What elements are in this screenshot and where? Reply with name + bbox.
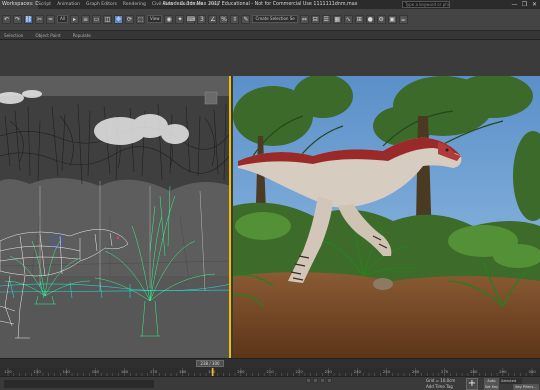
key-filters-button[interactable]: Key Filters...	[513, 384, 539, 390]
timeline-bar: 238 / 300	[0, 358, 540, 368]
ruler-ticks	[7, 368, 533, 376]
rotate-icon[interactable]: ⟳	[124, 14, 134, 24]
rendered-frame-icon[interactable]: ▣	[387, 14, 397, 24]
spinner-snap-icon[interactable]: ⇳	[230, 14, 240, 24]
title-bar: Workspaces: Default Script Animation Gra…	[0, 0, 540, 9]
time-slider[interactable]: 238 / 300	[196, 360, 224, 367]
add-key-icon[interactable]: +	[466, 378, 478, 390]
material-editor-icon[interactable]: ●	[365, 14, 375, 24]
unlink-icon[interactable]: ✂	[35, 14, 44, 24]
tab-populate[interactable]: Populate	[73, 33, 91, 38]
select-manipulate-icon[interactable]: ✦	[175, 14, 185, 24]
select-by-name-icon[interactable]: ≡	[80, 14, 90, 24]
named-selection-dropdown[interactable]: Create Selection Se	[252, 15, 298, 23]
viewport-shaded[interactable]	[233, 76, 540, 358]
tab-object-paint[interactable]: Object Paint	[35, 33, 60, 38]
layer-explorer-icon[interactable]: ☰	[321, 14, 331, 24]
absolute-mode-icon[interactable]	[327, 378, 332, 383]
align-icon[interactable]: ⊟	[310, 14, 320, 24]
app-title: Autodesk 3ds Max 2017 Educational - Not …	[162, 2, 358, 7]
ribbon-strip: Selection Object Paint Populate	[0, 31, 540, 40]
link-icon[interactable]: ⛓	[24, 14, 33, 24]
maxscript-listener[interactable]	[4, 380, 154, 388]
isolate-icon[interactable]	[313, 378, 318, 383]
selection-lock-icon[interactable]	[320, 378, 325, 383]
window-crossing-icon[interactable]: ◫	[102, 14, 112, 24]
angle-snap-icon[interactable]: ∠	[208, 14, 218, 24]
menu-item[interactable]: Script	[38, 2, 51, 7]
tab-selection[interactable]: Selection	[4, 33, 23, 38]
mirror-icon[interactable]: ⇔	[299, 14, 309, 24]
schematic-view-icon[interactable]: ⊞	[354, 14, 364, 24]
keyboard-shortcut-icon[interactable]: ⌨	[186, 14, 196, 24]
maximize-button[interactable]: ❐	[521, 1, 528, 8]
timeline-ruler[interactable]: 1201301401501601701801902002102202302402…	[0, 368, 540, 376]
selection-filter-dropdown[interactable]: All	[57, 15, 68, 23]
bind-icon[interactable]: ≈	[46, 14, 55, 24]
redo-icon[interactable]: ↷	[13, 14, 22, 24]
minimize-button[interactable]: —	[511, 1, 518, 8]
window-controls: — ❐ ✕	[511, 1, 538, 8]
set-key-button[interactable]: Set Key	[484, 384, 499, 390]
render-icon[interactable]: ☕	[398, 14, 408, 24]
move-icon[interactable]: ✥	[113, 14, 123, 24]
snap-toggle-icon[interactable]: 3	[197, 14, 207, 24]
status-bar: Grid = 10,0cm Add Time Tag + Auto Key Se…	[0, 376, 540, 390]
select-object-icon[interactable]: ▸	[69, 14, 79, 24]
render-setup-icon[interactable]: ⚙	[376, 14, 386, 24]
undo-icon[interactable]: ↶	[2, 14, 11, 24]
shaded-scene	[233, 76, 540, 358]
curve-editor-icon[interactable]: ∿	[343, 14, 353, 24]
lock-icon[interactable]	[306, 378, 311, 383]
percent-snap-icon[interactable]: %	[219, 14, 229, 24]
viewport-wireframe[interactable]	[0, 76, 231, 358]
search-input[interactable]: Type a keyword or phrase	[402, 1, 450, 8]
menu-item[interactable]: Graph Editors	[86, 2, 117, 7]
edit-named-selection-icon[interactable]: ✎	[241, 14, 251, 24]
main-toolbar: ↶ ↷ ⛓ ✂ ≈ All ▸ ≡ ▭ ◫ ✥ ⟳ ⬚ View ◉ ✦ ⌨ 3…	[0, 9, 540, 31]
close-button[interactable]: ✕	[531, 1, 538, 8]
scene-explorer-icon[interactable]: ▦	[332, 14, 342, 24]
status-tools	[306, 378, 332, 383]
menu-item[interactable]: Animation	[57, 2, 80, 7]
rect-selection-icon[interactable]: ▭	[91, 14, 101, 24]
grid-size: Grid = 10,0cm	[426, 378, 456, 383]
wireframe-scene	[0, 76, 229, 358]
scale-icon[interactable]: ⬚	[135, 14, 145, 24]
ribbon-panel	[0, 40, 540, 76]
pivot-icon[interactable]: ◉	[164, 14, 174, 24]
add-time-tag[interactable]: Add Time Tag	[426, 384, 453, 389]
reference-coord-dropdown[interactable]: View	[146, 15, 163, 23]
workspace-selector[interactable]: Workspaces: Default	[0, 0, 38, 9]
